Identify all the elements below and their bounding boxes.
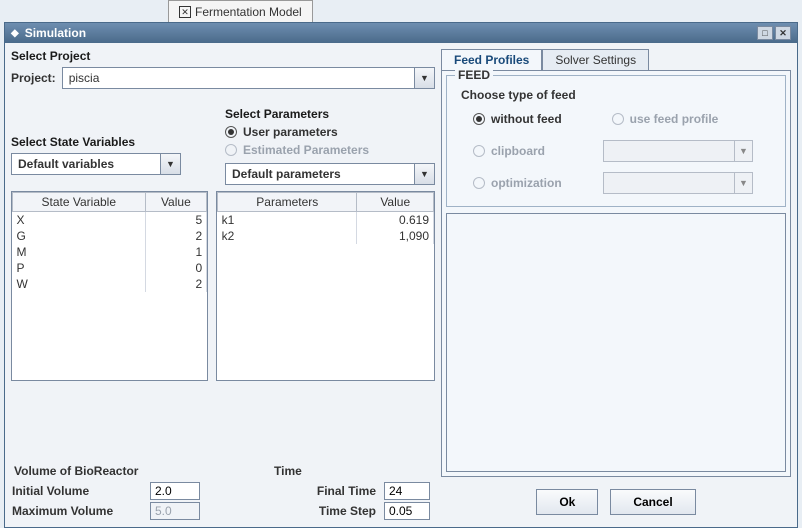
parameters-value: Default parameters [226, 167, 414, 181]
cancel-button[interactable]: Cancel [610, 489, 695, 515]
project-value: piscia [63, 71, 414, 85]
dialog-title: Simulation [25, 26, 86, 40]
radio-estimated-parameters: Estimated Parameters [225, 143, 435, 157]
feed-profiles-pane: FEED Choose type of feed without feed us… [441, 70, 791, 477]
state-vars-value: Default variables [12, 157, 160, 171]
radio-dot-icon [612, 113, 624, 125]
table-row: k10.619 [218, 212, 434, 229]
state-variable-table[interactable]: State VariableValue X5 G2 M1 P0 W2 [11, 191, 208, 381]
final-time-label: Final Time [317, 484, 376, 498]
radio-dot-icon [473, 145, 485, 157]
radio-label: without feed [491, 112, 562, 126]
titlebar: ◆ Simulation □ ✕ [5, 23, 797, 43]
time-step-input[interactable] [384, 502, 430, 520]
diamond-icon: ◆ [11, 28, 19, 39]
clipboard-select: ▼ [603, 140, 753, 162]
radio-label: optimization [491, 176, 591, 190]
radio-dot-icon [225, 126, 237, 138]
simulation-dialog: ◆ Simulation □ ✕ Select Project Project:… [4, 22, 798, 528]
radio-label: Estimated Parameters [243, 143, 369, 157]
state-vars-select[interactable]: Default variables ▼ [11, 153, 181, 175]
col-header: Parameters [218, 193, 357, 212]
table-row: P0 [13, 260, 207, 276]
radio-label: clipboard [491, 144, 591, 158]
parameters-select[interactable]: Default parameters ▼ [225, 163, 435, 185]
project-label: Project: [11, 71, 56, 85]
parameters-table[interactable]: ParametersValue k10.619 k21,090 [216, 191, 435, 381]
table-row: X5 [13, 212, 207, 229]
radio-dot-icon [473, 113, 485, 125]
radio-without-feed[interactable]: without feed [473, 112, 562, 126]
feed-preview-area [446, 213, 786, 472]
radio-label: use feed profile [630, 112, 719, 126]
time-legend: Time [272, 464, 304, 478]
radio-dot-icon [473, 177, 485, 189]
tab-feed-profiles[interactable]: Feed Profiles [441, 49, 542, 70]
radio-optimization: optimization [473, 176, 591, 190]
maximum-volume-input [150, 502, 200, 520]
table-row: W2 [13, 276, 207, 292]
background-tab-label: Fermentation Model [195, 5, 302, 19]
radio-use-feed-profile: use feed profile [612, 112, 719, 126]
close-icon[interactable]: ✕ [179, 6, 191, 18]
initial-volume-input[interactable] [150, 482, 200, 500]
tab-solver-settings[interactable]: Solver Settings [542, 49, 649, 70]
close-dialog-icon[interactable]: ✕ [775, 26, 791, 40]
table-row: M1 [13, 244, 207, 260]
choose-feed-label: Choose type of feed [461, 88, 775, 102]
radio-label: User parameters [243, 125, 338, 139]
table-row: k21,090 [218, 228, 434, 244]
table-row: G2 [13, 228, 207, 244]
final-time-input[interactable] [384, 482, 430, 500]
radio-dot-icon [225, 144, 237, 156]
chevron-down-icon: ▼ [734, 141, 752, 161]
maximize-icon[interactable]: □ [757, 26, 773, 40]
col-header: Value [357, 193, 434, 212]
ok-button[interactable]: Ok [536, 489, 598, 515]
time-step-label: Time Step [319, 504, 376, 518]
select-state-vars-label: Select State Variables [11, 135, 217, 149]
chevron-down-icon: ▼ [734, 173, 752, 193]
project-select[interactable]: piscia ▼ [62, 67, 435, 89]
select-project-label: Select Project [11, 49, 435, 63]
background-tab[interactable]: ✕ Fermentation Model [168, 0, 313, 22]
col-header: State Variable [13, 193, 146, 212]
select-parameters-label: Select Parameters [225, 107, 435, 121]
feed-legend: FEED [455, 68, 493, 82]
radio-clipboard: clipboard [473, 144, 591, 158]
initial-volume-label: Initial Volume [12, 484, 142, 498]
maximum-volume-label: Maximum Volume [12, 504, 142, 518]
chevron-down-icon[interactable]: ▼ [414, 68, 434, 88]
col-header: Value [145, 193, 207, 212]
chevron-down-icon[interactable]: ▼ [414, 164, 434, 184]
chevron-down-icon[interactable]: ▼ [160, 154, 180, 174]
feed-fieldset: FEED Choose type of feed without feed us… [446, 75, 786, 207]
radio-user-parameters[interactable]: User parameters [225, 125, 435, 139]
volume-legend: Volume of BioReactor [12, 464, 140, 478]
optimization-select: ▼ [603, 172, 753, 194]
